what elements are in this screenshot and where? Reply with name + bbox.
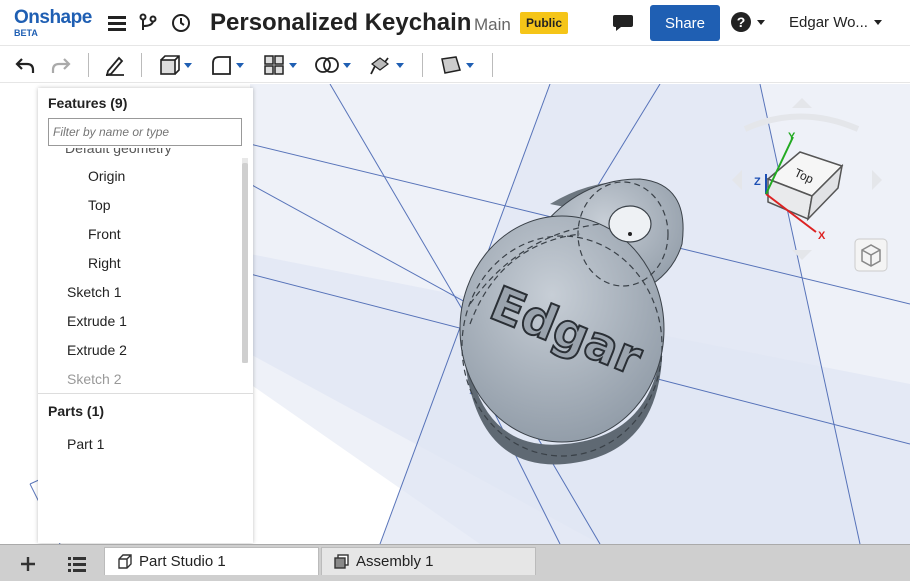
branch-name: Main [474,15,511,34]
toolbar-divider [422,53,423,77]
feature-item-default-geometry[interactable]: Default geometry [65,148,172,156]
assembly-icon [334,553,349,569]
comment-icon[interactable] [612,12,634,34]
redo-icon[interactable] [51,53,71,77]
plane-icon[interactable] [440,53,474,77]
feature-tree: Default geometry Origin Top Front Right … [38,148,243,391]
feature-filter-input[interactable] [48,118,242,146]
document-title[interactable]: Personalized Keychain [210,9,471,37]
chevron-down-icon [396,62,404,68]
axis-x-label: X [818,230,826,242]
tab-bar: Part Studio 1 Assembly 1 [0,544,910,581]
chevron-down-icon [343,62,351,68]
logo-wordmark: Onshape [14,7,92,28]
parts-divider [38,393,253,394]
undo-icon[interactable] [15,53,35,77]
feature-item-sketch-1[interactable]: Sketch 1 [67,284,121,300]
parts-heading: Parts (1) [48,403,105,419]
toolbar-divider [88,53,89,77]
share-button[interactable]: Share [650,5,720,41]
logo-beta-badge: BETA [14,28,38,38]
feature-list-panel: Features (9) Default geometry Origin Top… [38,88,253,543]
feature-toolbar [0,47,910,83]
help-menu[interactable]: ? [731,12,765,32]
chevron-down-icon [757,19,765,25]
app-header: Onshape BETA Personalized Keychain Main … [0,0,910,46]
feature-item-extrude-1[interactable]: Extrude 1 [67,313,127,329]
add-tab-icon[interactable] [18,554,38,574]
tab-assembly-1[interactable]: Assembly 1 [321,547,536,575]
feature-item-top[interactable]: Top [88,197,111,213]
feature-item-extrude-2[interactable]: Extrude 2 [67,342,127,358]
boolean-icon[interactable] [315,53,351,77]
chevron-down-icon [184,62,192,68]
axis-y-label: Y [788,131,796,143]
features-heading: Features (9) [48,95,128,111]
tab-label: Part Studio 1 [139,553,226,570]
chevron-down-icon [289,62,297,68]
tab-list-icon[interactable] [67,554,87,574]
user-menu[interactable]: Edgar Wo... [789,14,882,31]
feature-list-scroll-thumb[interactable] [242,163,248,363]
sketch-icon[interactable] [104,53,126,77]
public-badge: Public [520,12,569,34]
hamburger-menu-icon[interactable] [106,12,128,34]
feature-item-origin[interactable]: Origin [88,168,125,184]
chevron-down-icon [466,62,474,68]
history-clock-icon[interactable] [170,12,192,34]
help-icon: ? [731,12,751,32]
svg-text:?: ? [737,14,746,30]
tab-part-studio-1[interactable]: Part Studio 1 [104,547,319,575]
version-graph-icon[interactable] [137,12,159,34]
onshape-logo[interactable]: Onshape BETA [14,7,92,39]
part-item[interactable]: Part 1 [67,436,104,452]
axis-z-label: Z [754,176,761,188]
fillet-icon[interactable] [210,53,244,77]
feature-item-front[interactable]: Front [88,226,121,242]
chevron-down-icon [873,20,882,25]
toolbar-divider [492,53,493,77]
part-studio-icon [118,553,132,569]
user-name: Edgar Wo... [789,14,868,31]
feature-item-right[interactable]: Right [88,255,121,271]
view-options-icon[interactable] [854,238,888,272]
toolbar-divider [141,53,142,77]
pattern-icon[interactable] [263,53,297,77]
feature-item-sketch-2[interactable]: Sketch 2 [67,371,121,387]
chevron-down-icon [236,62,244,68]
transform-icon[interactable] [368,53,404,77]
extrude-icon[interactable] [158,53,192,77]
tab-label: Assembly 1 [356,553,434,570]
